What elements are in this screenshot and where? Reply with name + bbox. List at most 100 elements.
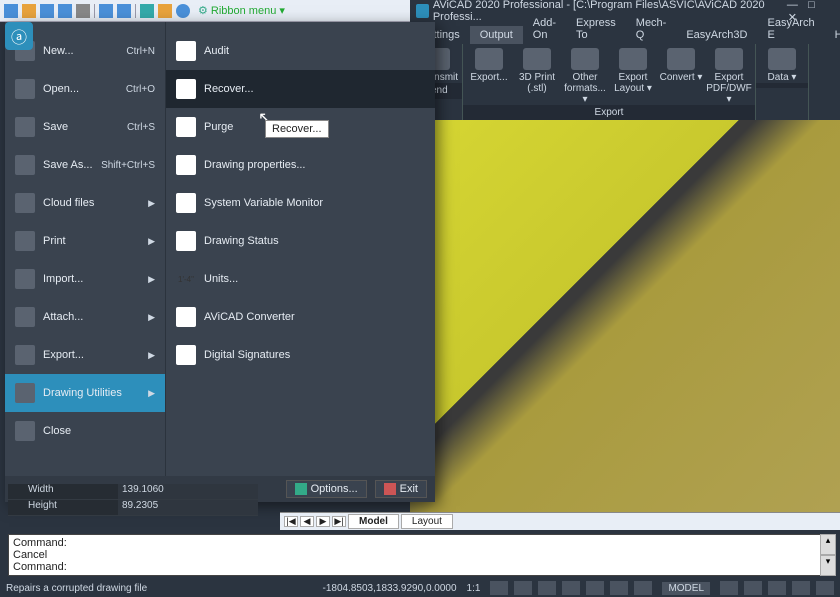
submenu-item-audit[interactable]: Audit — [166, 32, 435, 70]
ribbon-tab-easyarch3d[interactable]: EasyArch3D — [676, 26, 757, 44]
property-row: Height89.2305 — [8, 500, 258, 516]
ribbon-tab-mech-q[interactable]: Mech-Q — [626, 14, 677, 44]
extra-toggle-5-icon[interactable] — [816, 581, 834, 595]
ribbon-button-export-[interactable]: Export... — [467, 48, 511, 105]
extra-toggle-2-icon[interactable] — [744, 581, 762, 595]
extra-toggle-4-icon[interactable] — [792, 581, 810, 595]
ribbon-button-other-formats-[interactable]: Other formats... ▾ — [563, 48, 607, 105]
ribbon-button-export-layout-[interactable]: Export Layout ▾ — [611, 48, 655, 105]
scroll-down-button[interactable]: ▾ — [820, 555, 836, 576]
submenu-item-label: Audit — [204, 45, 229, 57]
ribbon-menu-dropdown[interactable]: ⚙ Ribbon menu ▾ — [198, 4, 285, 17]
application-menu-button[interactable]: ⓐ — [5, 22, 33, 50]
ribbon-group: Export...3D Print (.stl)Other formats...… — [463, 44, 756, 120]
ribbon-tab-output[interactable]: Output — [470, 26, 523, 44]
ribbon-button-icon — [768, 48, 796, 70]
maximize-button[interactable]: □ — [803, 0, 819, 11]
ribbon-tab-easyarch-e[interactable]: EasyArch E — [757, 14, 824, 44]
tab-nav-button[interactable]: ▶ — [316, 516, 330, 527]
extra-toggle-3-icon[interactable] — [768, 581, 786, 595]
menu-item-cloud-files[interactable]: Cloud files▶ — [5, 184, 165, 222]
command-scrollbar[interactable]: ▴ ▾ — [820, 534, 836, 576]
submenu-item-label: System Variable Monitor — [204, 197, 323, 209]
ribbon-tab-help[interactable]: Help — [825, 26, 840, 44]
submenu-arrow-icon: ▶ — [148, 312, 155, 323]
menu-item-export-[interactable]: Export...▶ — [5, 336, 165, 374]
menu-item-import-[interactable]: Import...▶ — [5, 260, 165, 298]
qat-redo-icon[interactable] — [117, 4, 131, 18]
exit-icon — [384, 483, 396, 495]
qat-new-icon[interactable] — [4, 4, 18, 18]
ortho-toggle-icon[interactable] — [538, 581, 556, 595]
extra-toggle-1-icon[interactable] — [720, 581, 738, 595]
menu-item-attach-[interactable]: Attach...▶ — [5, 298, 165, 336]
cursor-coordinates: -1804.8503,1833.9290,0.0000 — [323, 583, 457, 594]
command-line-entry: Command: — [13, 537, 831, 549]
app-menu-submenu-column: AuditRecover...PurgeDrawing properties..… — [165, 22, 435, 502]
ribbon-button-convert-[interactable]: Convert ▾ — [659, 48, 703, 105]
separator — [135, 4, 136, 18]
sheet-tab-model[interactable]: Model — [348, 514, 399, 529]
submenu-item-icon — [176, 155, 196, 175]
property-value[interactable]: 139.1060 — [118, 484, 258, 499]
submenu-arrow-icon: ▶ — [148, 388, 155, 399]
qat-print-icon[interactable] — [76, 4, 90, 18]
tab-nav-button[interactable]: |◀ — [284, 516, 298, 527]
options-button[interactable]: Options... — [286, 480, 367, 498]
menu-item-shortcut: Ctrl+O — [126, 84, 155, 95]
submenu-item-recover-[interactable]: Recover... — [166, 70, 435, 108]
qat-undo-icon[interactable] — [99, 4, 113, 18]
osnap-toggle-icon[interactable] — [586, 581, 604, 595]
qat-saveall-icon[interactable] — [58, 4, 72, 18]
sheet-tab-layout[interactable]: Layout — [401, 514, 453, 529]
qat-open-icon[interactable] — [22, 4, 36, 18]
tab-nav-button[interactable]: ◀ — [300, 516, 314, 527]
submenu-item-icon — [176, 117, 196, 137]
ribbon-button-data-[interactable]: Data ▾ — [760, 48, 804, 83]
qat-tools-icon[interactable] — [158, 4, 172, 18]
ribbon-button-export-pdf-dwf-[interactable]: Export PDF/DWF ▾ — [707, 48, 751, 105]
submenu-item-avicad-converter[interactable]: AViCAD Converter — [166, 298, 435, 336]
ribbon-button-3d-print-stl-[interactable]: 3D Print (.stl) — [515, 48, 559, 105]
ribbon-tab-express-to[interactable]: Express To — [566, 14, 626, 44]
submenu-item-label: Recover... — [204, 83, 254, 95]
submenu-item-label: Drawing Status — [204, 235, 279, 247]
ribbon-tab-add-on[interactable]: Add-On — [523, 14, 566, 44]
lwt-toggle-icon[interactable] — [634, 581, 652, 595]
ribbon-button-icon — [619, 48, 647, 70]
model-indicator[interactable]: MODEL — [662, 582, 710, 595]
submenu-arrow-icon: ▶ — [148, 350, 155, 361]
menu-item-icon — [15, 307, 35, 327]
polar-toggle-icon[interactable] — [562, 581, 580, 595]
submenu-item-drawing-properties-[interactable]: Drawing properties... — [166, 146, 435, 184]
submenu-arrow-icon: ▶ — [148, 274, 155, 285]
menu-item-close[interactable]: Close — [5, 412, 165, 450]
menu-item-drawing-utilities[interactable]: Drawing Utilities▶ — [5, 374, 165, 412]
property-value[interactable]: 89.2305 — [118, 500, 258, 515]
tooltip: Recover... — [265, 120, 329, 138]
menu-item-save[interactable]: SaveCtrl+S — [5, 108, 165, 146]
command-line[interactable]: Command:CancelCommand: — [8, 534, 836, 576]
submenu-item-drawing-status[interactable]: Drawing Status — [166, 222, 435, 260]
menu-item-print[interactable]: Print▶ — [5, 222, 165, 260]
submenu-item-digital-signatures[interactable]: Digital Signatures — [166, 336, 435, 374]
grid-toggle-icon[interactable] — [514, 581, 532, 595]
qat-reload-icon[interactable] — [140, 4, 154, 18]
snap-toggle-icon[interactable] — [490, 581, 508, 595]
scroll-up-button[interactable]: ▴ — [820, 534, 836, 555]
ribbon-group-label: Export — [463, 105, 755, 121]
qat-save-icon[interactable] — [40, 4, 54, 18]
drawing-canvas[interactable] — [410, 120, 840, 512]
submenu-item-system-variable-monitor[interactable]: System Variable Monitor — [166, 184, 435, 222]
menu-item-save-as-[interactable]: Save As...Shift+Ctrl+S — [5, 146, 165, 184]
menu-item-open-[interactable]: Open...Ctrl+O — [5, 70, 165, 108]
otrack-toggle-icon[interactable] — [610, 581, 628, 595]
exit-button[interactable]: Exit — [375, 480, 427, 498]
qat-help-icon[interactable] — [176, 4, 190, 18]
tab-nav-button[interactable]: ▶| — [332, 516, 346, 527]
ribbon-button-label: Export PDF/DWF ▾ — [706, 72, 752, 105]
submenu-item-units-[interactable]: 1'-4"Units... — [166, 260, 435, 298]
scale-readout[interactable]: 1:1 — [467, 583, 481, 594]
ribbon-button-icon — [571, 48, 599, 70]
minimize-button[interactable]: — — [784, 0, 800, 11]
